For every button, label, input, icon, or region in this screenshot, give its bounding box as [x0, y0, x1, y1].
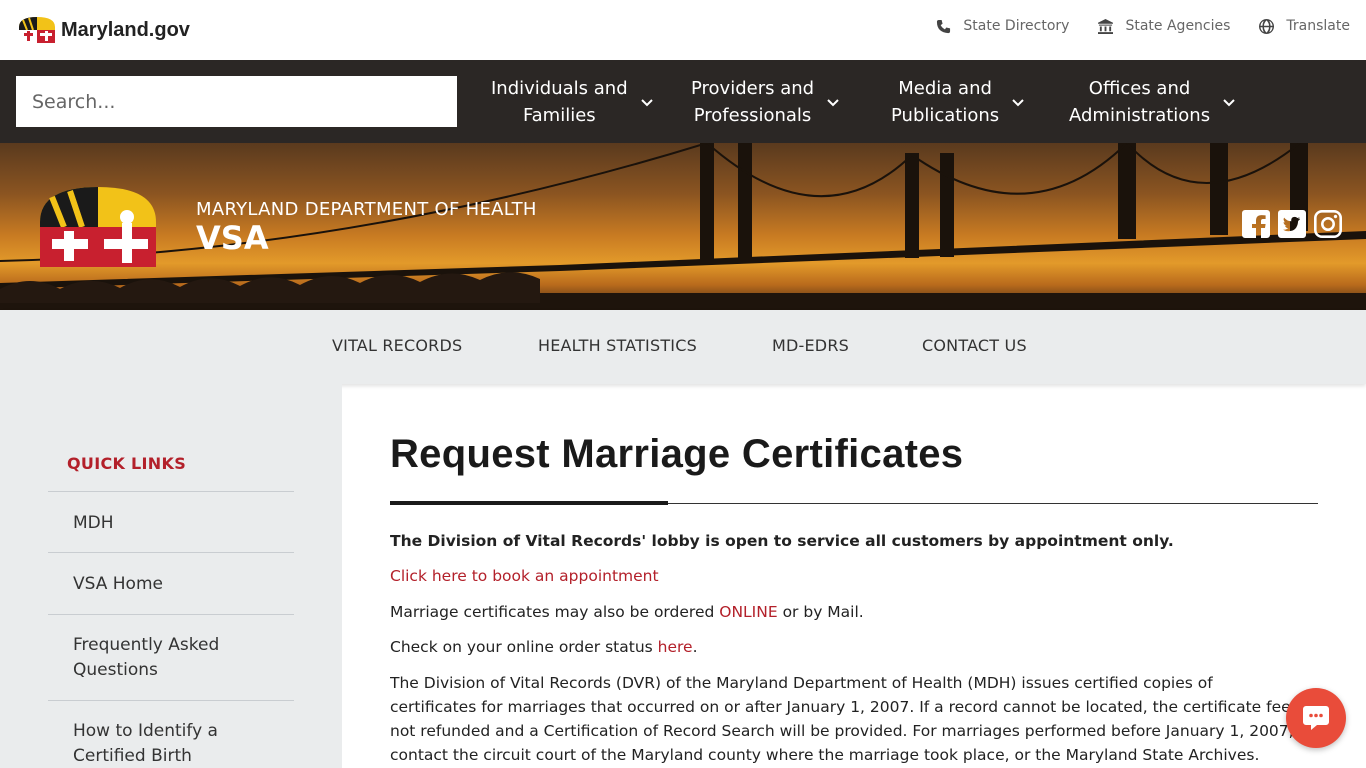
- paragraph-line: certificates for marriages that occurred…: [390, 698, 1308, 716]
- page-title: Request Marriage Certificates: [390, 432, 964, 476]
- chevron-down-icon: [640, 99, 653, 107]
- nav-item-label: Media and Publications: [891, 78, 1000, 126]
- paragraph-line: contact the circuit court of the Marylan…: [390, 746, 1260, 764]
- state-directory-link[interactable]: State Directory: [936, 18, 1069, 34]
- subnav-contact-us[interactable]: CONTACT US: [922, 336, 1027, 355]
- hero-banner: MARYLAND DEPARTMENT OF HEALTH VSA: [0, 143, 1366, 310]
- sidebar-link-label: Frequently Asked: [73, 635, 220, 655]
- state-agencies-link[interactable]: State Agencies: [1098, 18, 1230, 34]
- sidebar-link-identify-certified-birth[interactable]: How to Identify a Certified Birth: [48, 700, 294, 768]
- chevron-down-icon: [1012, 99, 1024, 107]
- subnav-vital-records[interactable]: VITAL RECORDS: [332, 336, 462, 355]
- maryland-gov-logo[interactable]: Maryland.gov: [16, 14, 190, 46]
- state-directory-label: State Directory: [963, 18, 1070, 34]
- paragraph-line: not refunded and a Certification of Reco…: [390, 722, 1294, 740]
- social-links: [1242, 210, 1342, 238]
- sidebar-link-mdh[interactable]: MDH: [48, 491, 294, 553]
- book-appointment-link[interactable]: Click here to book an appointment: [390, 567, 659, 585]
- phone-icon: [937, 19, 951, 33]
- order-status-link[interactable]: here: [658, 638, 693, 656]
- instagram-icon: [1314, 210, 1342, 238]
- sidebar-link-label: How to Identify a: [73, 721, 218, 741]
- order-paragraph: Marriage certificates may also be ordere…: [390, 603, 864, 621]
- section-navigation: VITAL RECORDS HEALTH STATISTICS MD-EDRS …: [0, 310, 1366, 384]
- nav-item-label: Offices and Administrations: [1069, 78, 1211, 126]
- search-input[interactable]: [16, 76, 457, 127]
- nav-item-label: Providers and Professionals: [691, 78, 815, 126]
- chevron-down-icon: [1223, 99, 1235, 107]
- sidebar-link-label: VSA Home: [73, 574, 163, 594]
- title-divider-accent: [390, 501, 668, 505]
- facebook-icon: [1242, 210, 1270, 238]
- main-navigation: Individuals andFamilies Providers andPro…: [0, 60, 1366, 143]
- lobby-notice: The Division of Vital Records' lobby is …: [390, 532, 1174, 550]
- hero-title: VSA: [196, 219, 269, 257]
- utility-bar: Maryland.gov State Directory State Agenc…: [0, 0, 1366, 60]
- nav-item-label: Individuals and Families: [491, 78, 628, 126]
- nav-offices-and-administrations[interactable]: Offices and Administrations: [1069, 74, 1236, 130]
- dvr-info-paragraph: The Division of Vital Records (DVR) of t…: [390, 671, 1318, 767]
- mdh-flag-logo: [40, 187, 156, 267]
- nav-media-and-publications[interactable]: Media and Publications: [891, 74, 1025, 130]
- nav-providers-and-professionals[interactable]: Providers and Professionals: [691, 74, 840, 130]
- sidebar-link-label: MDH: [73, 513, 114, 533]
- instagram-link[interactable]: [1314, 210, 1342, 238]
- twitter-icon: [1278, 210, 1306, 238]
- globe-icon: [1259, 18, 1275, 34]
- subnav-health-statistics[interactable]: HEALTH STATISTICS: [538, 336, 697, 355]
- maryland-flag-icon: [19, 17, 55, 43]
- translate-label: Translate: [1286, 18, 1350, 34]
- state-agencies-label: State Agencies: [1125, 18, 1231, 34]
- hero-subtitle: MARYLAND DEPARTMENT OF HEALTH: [196, 199, 537, 220]
- building-icon: [1098, 18, 1114, 34]
- sidebar-link-label: Certified Birth: [73, 746, 192, 766]
- facebook-link[interactable]: [1242, 210, 1270, 238]
- order-online-link[interactable]: ONLINE: [719, 603, 777, 621]
- paragraph-line: The Division of Vital Records (DVR) of t…: [390, 674, 1213, 692]
- sidebar-link-faq[interactable]: Frequently Asked Questions: [48, 614, 294, 701]
- utility-links: State Directory State Agencies Translate: [936, 18, 1350, 34]
- subnav-md-edrs[interactable]: MD-EDRS: [772, 336, 849, 355]
- translate-link[interactable]: Translate: [1259, 18, 1350, 34]
- sidebar-link-label: Questions: [73, 660, 158, 680]
- quick-links-title: QUICK LINKS: [67, 454, 187, 473]
- nav-individuals-and-families[interactable]: Individuals and Families: [491, 74, 654, 130]
- sidebar-link-vsa-home[interactable]: VSA Home: [48, 552, 294, 615]
- order-status-paragraph: Check on your online order status here.: [390, 638, 698, 656]
- twitter-link[interactable]: [1278, 210, 1306, 238]
- main-content: Request Marriage Certificates The Divisi…: [390, 384, 1318, 768]
- appointment-paragraph: Click here to book an appointment: [390, 567, 659, 585]
- quick-links-sidebar: QUICK LINKS MDH VSA Home Frequently Aske…: [0, 384, 342, 768]
- chat-button[interactable]: [1286, 688, 1346, 748]
- chevron-down-icon: [827, 99, 839, 107]
- chat-bubble-icon: [1303, 706, 1329, 730]
- brand-name: Maryland.gov: [61, 18, 190, 41]
